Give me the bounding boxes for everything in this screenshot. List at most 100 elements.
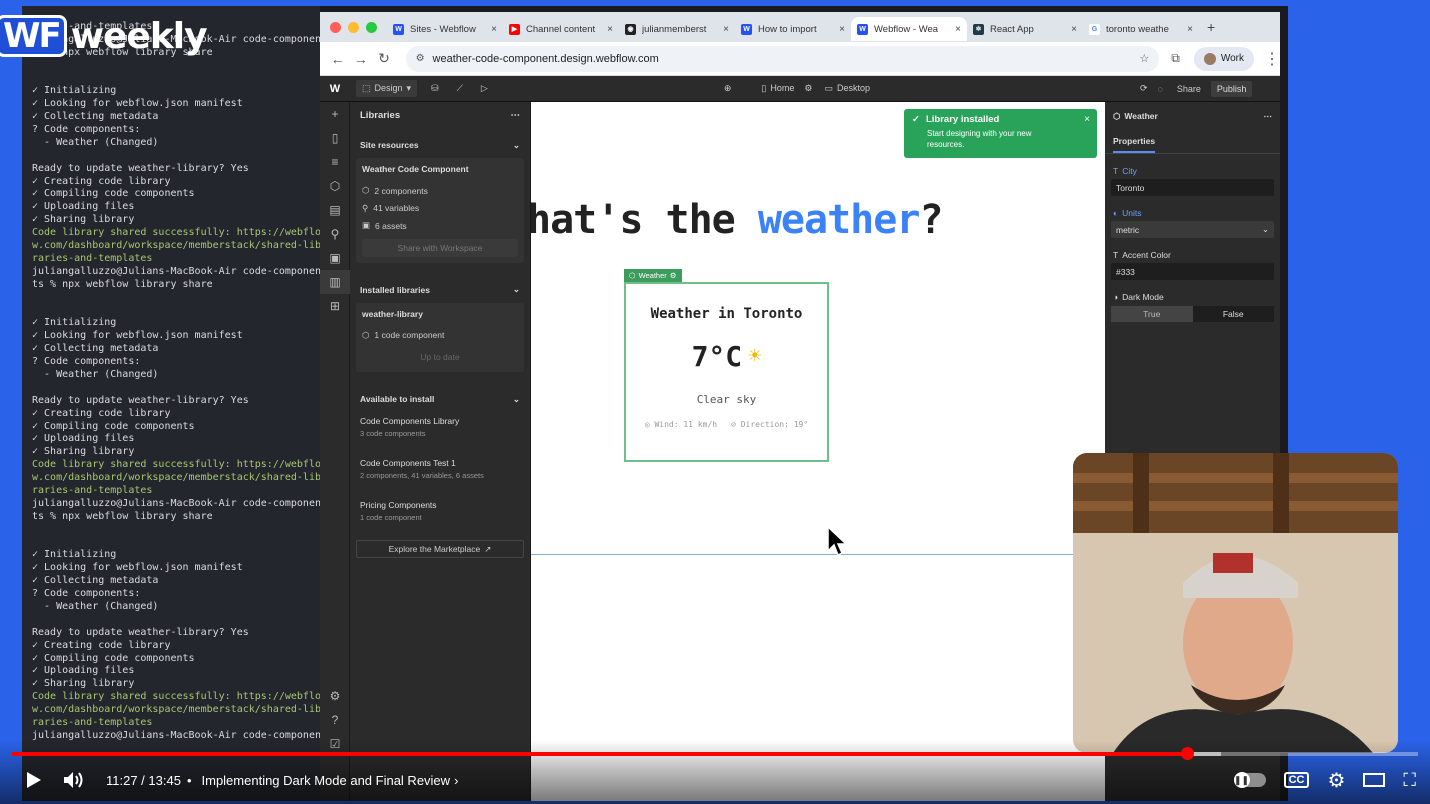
more-icon[interactable]: ⋯ bbox=[511, 110, 521, 121]
forward-icon[interactable]: → bbox=[349, 51, 372, 67]
dark-mode-true[interactable]: True bbox=[1111, 306, 1193, 322]
variables-icon[interactable]: ⚲ bbox=[320, 222, 350, 246]
close-tab-icon[interactable]: × bbox=[607, 24, 613, 35]
close-tab-icon[interactable]: × bbox=[1071, 24, 1077, 35]
close-window-button[interactable] bbox=[330, 21, 341, 33]
url-field[interactable]: ⚙ weather-code-component.design.webflow.c… bbox=[405, 45, 1160, 72]
component-selection-label[interactable]: ⬡ Weather ⚙ bbox=[624, 269, 682, 282]
libraries-icon[interactable]: ▥ bbox=[320, 270, 350, 294]
more-icon[interactable]: ⋯ bbox=[1264, 111, 1273, 122]
browser-tab[interactable]: ⚛ React App × bbox=[967, 17, 1083, 41]
terminal-line: ✓ Sharing library bbox=[32, 214, 135, 226]
tab-favicon-icon: G bbox=[1089, 23, 1100, 35]
assets-icon[interactable]: ▣ bbox=[320, 246, 350, 270]
settings-gear-icon[interactable]: ⚙ bbox=[1327, 768, 1345, 793]
sync-icon[interactable]: ⟳ bbox=[1140, 83, 1148, 94]
chapter-button[interactable]: Implementing Dark Mode and Final Review › bbox=[202, 773, 459, 788]
close-tab-icon[interactable]: × bbox=[1187, 24, 1193, 35]
mute-button[interactable] bbox=[54, 771, 94, 789]
comments-icon[interactable]: ◌ bbox=[1158, 84, 1163, 94]
pages-icon[interactable]: ▯ bbox=[320, 126, 350, 150]
cms-icon[interactable]: ▤ bbox=[320, 198, 350, 222]
play-button[interactable] bbox=[14, 771, 54, 789]
terminal-line: ✓ Initializing bbox=[32, 549, 117, 561]
city-field[interactable]: Toronto bbox=[1111, 179, 1274, 196]
captions-icon[interactable]: CC bbox=[1283, 772, 1310, 788]
terminal-line: Code library shared successfully: https:… bbox=[32, 227, 320, 239]
database-icon[interactable]: ⛁ bbox=[431, 83, 439, 94]
close-icon[interactable]: × bbox=[1084, 114, 1090, 125]
page-icon: ▯ bbox=[761, 83, 767, 93]
bookmark-star-icon[interactable]: ☆ bbox=[1139, 52, 1149, 65]
settings-icon[interactable]: ⚙ bbox=[320, 684, 350, 708]
browser-tab[interactable]: ▶ Channel content × bbox=[503, 17, 619, 41]
help-icon[interactable]: ? bbox=[320, 708, 350, 732]
terminal-line: juliangalluzzo@Julians-MacBook-Air code-… bbox=[32, 265, 320, 277]
fullscreen-icon[interactable]: ⛶ bbox=[1403, 770, 1416, 791]
apps-icon[interactable]: ⊞ bbox=[320, 294, 350, 318]
video-player[interactable]: raries-and-templates juliangalluzzo@Julia… bbox=[0, 0, 1430, 804]
maximize-window-button[interactable] bbox=[366, 21, 377, 33]
page-selector[interactable]: ▯ Home ⚙ bbox=[761, 83, 812, 94]
installed-libraries-header[interactable]: Installed libraries ⌄ bbox=[350, 277, 530, 303]
browser-tab[interactable]: W Sites - Webflow × bbox=[387, 17, 503, 41]
available-library-item[interactable]: Pricing Components 1 code component bbox=[350, 500, 530, 538]
breakpoint-selector[interactable]: ▭ Desktop bbox=[824, 83, 870, 94]
library-summary: 1 code component bbox=[360, 513, 422, 522]
close-tab-icon[interactable]: × bbox=[955, 24, 961, 35]
add-icon[interactable]: + bbox=[320, 102, 350, 126]
browser-tab[interactable]: ◉ julianmemberst × bbox=[619, 17, 735, 41]
minimize-window-button[interactable] bbox=[348, 21, 359, 33]
publish-button[interactable]: Publish bbox=[1210, 80, 1253, 97]
accent-color-field[interactable]: #333 bbox=[1111, 263, 1274, 280]
sun-icon: ☀ bbox=[748, 344, 762, 369]
site-info-icon[interactable]: ⚙ bbox=[416, 53, 425, 64]
progress-bar[interactable] bbox=[12, 747, 1418, 760]
tab-properties[interactable]: Properties bbox=[1105, 130, 1280, 154]
available-library-item[interactable]: Code Components Library 3 code components bbox=[350, 416, 530, 454]
theater-mode-icon[interactable] bbox=[1363, 773, 1386, 787]
webflow-logo[interactable]: W bbox=[320, 83, 350, 95]
navigator-icon[interactable]: ≡ bbox=[320, 150, 350, 174]
tab-title: Channel content bbox=[526, 23, 596, 35]
units-select[interactable]: metric ⌄ bbox=[1111, 221, 1274, 238]
browser-tab[interactable]: W Webflow - Wea × bbox=[851, 17, 967, 41]
available-library-item[interactable]: Code Components Test 1 2 components, 41 v… bbox=[350, 458, 530, 496]
explore-marketplace-button[interactable]: Explore the Marketplace ↗ bbox=[356, 540, 524, 558]
share-button[interactable]: Share bbox=[1177, 84, 1201, 94]
new-tab-button[interactable]: + bbox=[1207, 19, 1215, 35]
autoplay-toggle[interactable]: ❚❚ bbox=[1233, 772, 1266, 788]
avatar bbox=[1203, 52, 1216, 65]
page-heading[interactable]: hat's the weather? bbox=[531, 197, 944, 243]
weather-card[interactable]: Weather in Toronto 7°C ☀ Clear sky ◎ Wind… bbox=[624, 282, 829, 462]
installed-library-card[interactable]: weather-library ⬡ 1 code component Up to … bbox=[356, 302, 524, 372]
back-icon[interactable]: ← bbox=[326, 51, 349, 67]
close-tab-icon[interactable]: × bbox=[723, 24, 729, 35]
available-header[interactable]: Available to install ⌄ bbox=[350, 386, 530, 412]
globe-icon[interactable]: ⊕ bbox=[724, 83, 732, 94]
menu-kebab-icon[interactable]: ⋮ bbox=[1264, 49, 1280, 69]
library-installed-toast: ✓ Library installed Start designing with … bbox=[904, 109, 1097, 158]
dark-mode-false[interactable]: False bbox=[1192, 306, 1274, 322]
mode-dropdown[interactable]: ⬚ Design ▾ bbox=[356, 80, 418, 97]
page-settings-icon[interactable]: ⚙ bbox=[804, 83, 812, 94]
browser-tab[interactable]: W How to import × bbox=[735, 17, 851, 41]
dark-mode-label: ◑ Dark Mode bbox=[1105, 290, 1280, 304]
edit-component-icon[interactable]: ⚙ bbox=[670, 271, 677, 280]
site-resources-header[interactable]: Site resources ⌄ bbox=[350, 132, 530, 158]
preview-icon[interactable]: ▷ bbox=[481, 83, 488, 94]
share-with-workspace-button[interactable]: Share with Workspace bbox=[362, 238, 518, 257]
design-canvas[interactable]: hat's the weather? ⬡ Weather ⚙ Weather in … bbox=[531, 102, 1105, 801]
terminal-output: raries-and-templates juliangalluzzo@Julia… bbox=[22, 6, 320, 801]
close-tab-icon[interactable]: × bbox=[491, 24, 497, 35]
player-right-controls: ❚❚ CC ⚙ ⛶ bbox=[1233, 764, 1416, 796]
cursor-icon: ⬚ bbox=[362, 83, 371, 93]
components-icon[interactable]: ⬡ bbox=[320, 174, 350, 198]
browser-tab[interactable]: Gtoronto weathe × bbox=[1083, 17, 1199, 41]
profile-button[interactable]: Work bbox=[1193, 46, 1255, 71]
close-tab-icon[interactable]: × bbox=[839, 24, 845, 35]
reload-icon[interactable]: ↻ bbox=[372, 50, 395, 67]
chevron-down-icon: ▾ bbox=[406, 83, 412, 93]
insights-icon[interactable]: ⟋ bbox=[457, 83, 463, 94]
extensions-icon[interactable]: ⧉ bbox=[1171, 51, 1180, 66]
